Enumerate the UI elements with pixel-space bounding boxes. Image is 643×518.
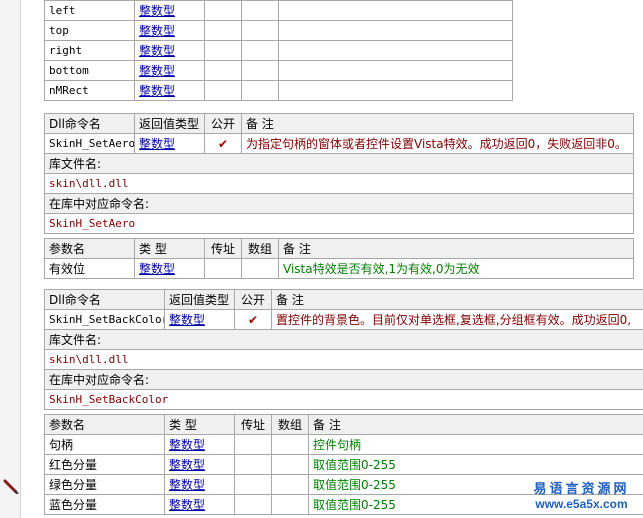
table-row: top 整数型 <box>44 20 513 41</box>
lib-file-label: 库文件名: <box>43 153 635 174</box>
type-header: 类 型 <box>134 238 205 259</box>
lib-cmd-label: 在库中对应命令名: <box>43 193 635 214</box>
lib-cmd-label: 在库中对应命令名: <box>44 369 643 390</box>
param-remark: Vista特效是否有效,1为有效,0为无效 <box>278 258 634 279</box>
dll-cmd-name[interactable]: SkinH_SetAero <box>44 133 135 154</box>
type-link[interactable]: 整数型 <box>134 0 205 21</box>
table-header-row: Dll命令名 返回值类型 公开 备 注 <box>44 289 643 310</box>
remark-header: 备 注 <box>308 414 643 435</box>
type-link[interactable]: 整数型 <box>134 80 205 101</box>
lib-cmd-value[interactable]: SkinH_SetBackColor <box>44 389 643 410</box>
type-link[interactable]: 整数型 <box>164 494 235 515</box>
table-header-row: 参数名 类 型 传址 数组 备 注 <box>44 414 643 435</box>
table-row: SkinH_SetAero 整数型 ✔ 为指定句柄的窗体或者控件设置Vista特… <box>44 133 635 154</box>
lib-cmd-value[interactable]: SkinH_SetAero <box>43 213 635 234</box>
editor-gutter <box>0 0 21 518</box>
watermark-url: www.e5a5x.com <box>535 497 628 511</box>
ret-type-header: 返回值类型 <box>134 113 205 134</box>
lib-file-value[interactable]: skin\dll.dll <box>44 349 643 370</box>
remark-header: 备 注 <box>240 113 635 134</box>
array-header: 数组 <box>241 238 279 259</box>
ret-type-header: 返回值类型 <box>164 289 235 310</box>
table-row: 句柄 整数型 控件句柄 <box>44 434 643 455</box>
param-name[interactable]: 红色分量 <box>44 454 165 475</box>
table-row: right 整数型 <box>44 40 513 61</box>
ret-type-link[interactable]: 整数型 <box>164 309 235 330</box>
byref-header: 传址 <box>234 414 272 435</box>
type-link[interactable]: 整数型 <box>164 434 235 455</box>
array-header: 数组 <box>271 414 309 435</box>
remark-header: 备 注 <box>271 289 643 310</box>
table-header-row: 参数名 类 型 传址 数组 备 注 <box>44 238 634 259</box>
param-name: bottom <box>44 60 135 81</box>
type-link[interactable]: 整数型 <box>134 60 205 81</box>
type-link[interactable]: 整数型 <box>134 40 205 61</box>
type-link[interactable]: 整数型 <box>164 454 235 475</box>
param-name[interactable]: 句柄 <box>44 434 165 455</box>
cmd-remark: 为指定句柄的窗体或者控件设置Vista特效。成功返回0，失败返回非0。 <box>240 133 635 154</box>
param-name: nMRect <box>44 80 135 101</box>
table-row: 红色分量 整数型 取值范围0-255 <box>44 454 643 475</box>
top-params-table: left 整数型 top 整数型 right 整数型 bottom 整数型 nM… <box>44 0 513 101</box>
lib-file-label: 库文件名: <box>44 329 643 350</box>
cmd-remark: 置控件的背景色。目前仅对单选框,复选框,分组框有效。成功返回0, <box>271 309 643 330</box>
checkmark-icon[interactable]: ✔ <box>234 309 272 330</box>
type-link[interactable]: 整数型 <box>134 20 205 41</box>
watermark-title: 易语言资源网 <box>533 482 630 497</box>
dll-cmd-header: Dll命令名 <box>44 289 165 310</box>
type-header: 类 型 <box>164 414 235 435</box>
param-name[interactable]: 绿色分量 <box>44 474 165 495</box>
param-name: right <box>44 40 135 61</box>
param-remark: 控件句柄 <box>308 434 643 455</box>
public-header: 公开 <box>204 113 242 134</box>
params-table-setaero: 参数名 类 型 传址 数组 备 注 有效位 整数型 Vista特效是否有效,1为… <box>44 238 634 279</box>
param-name[interactable]: 有效位 <box>44 258 135 279</box>
table-row: bottom 整数型 <box>44 60 513 81</box>
table-row: 有效位 整数型 Vista特效是否有效,1为有效,0为无效 <box>44 258 634 279</box>
type-link[interactable]: 整数型 <box>164 474 235 495</box>
param-name-header: 参数名 <box>44 238 135 259</box>
table-row: nMRect 整数型 <box>44 80 513 101</box>
dll-cmd-name[interactable]: SkinH_SetBackColor <box>44 309 165 330</box>
param-name-header: 参数名 <box>44 414 165 435</box>
pen-icon <box>3 479 19 494</box>
remark-header: 备 注 <box>278 238 634 259</box>
param-name[interactable]: 蓝色分量 <box>44 494 165 515</box>
param-remark: 取值范围0-255 <box>308 454 643 475</box>
lib-file-value[interactable]: skin\dll.dll <box>43 173 635 194</box>
param-name: top <box>44 20 135 41</box>
type-link[interactable]: 整数型 <box>134 258 205 279</box>
table-row: SkinH_SetBackColor 整数型 ✔ 置控件的背景色。目前仅对单选框… <box>44 309 643 330</box>
byref-header: 传址 <box>204 238 242 259</box>
dll-cmd-header: Dll命令名 <box>44 113 135 134</box>
table-header-row: Dll命令名 返回值类型 公开 备 注 <box>44 113 635 134</box>
param-name: left <box>44 0 135 21</box>
site-watermark: 易语言资源网 www.e5a5x.com <box>520 482 643 512</box>
dll-cmd-table-setbackcolor: Dll命令名 返回值类型 公开 备 注 SkinH_SetBackColor 整… <box>44 289 643 410</box>
checkmark-icon[interactable]: ✔ <box>204 133 242 154</box>
dll-cmd-table-setaero: Dll命令名 返回值类型 公开 备 注 SkinH_SetAero 整数型 ✔ … <box>43 113 635 234</box>
public-header: 公开 <box>234 289 272 310</box>
table-row: left 整数型 <box>44 0 513 21</box>
ret-type-link[interactable]: 整数型 <box>134 133 205 154</box>
